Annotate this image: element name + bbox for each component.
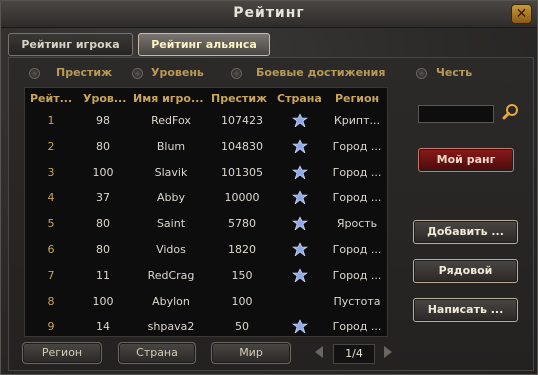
filter-world-button[interactable]: Мир (211, 342, 291, 364)
table-row[interactable]: 1 98 RedFox 107423 Крипт... (25, 110, 387, 132)
table-row[interactable]: 4 37 Abby 10000 Город ... (25, 187, 387, 209)
rating-table: Рейт... Уров... Имя игро... Престиж Стра… (24, 87, 388, 337)
cell-prestige: 10000 (224, 191, 260, 204)
rating-window: Рейтинг ✕ Рейтинг игрока Рейтинг альянса… (0, 0, 538, 375)
close-icon[interactable]: ✕ (511, 4, 532, 24)
cell-name: Vidos (156, 243, 186, 256)
cell-level: 80 (96, 217, 110, 230)
cell-level: 80 (96, 140, 110, 153)
sort-honor-label[interactable]: Честь (436, 64, 472, 82)
country-flag-icon (292, 113, 308, 127)
search-icon[interactable] (501, 102, 521, 122)
next-page-icon[interactable] (383, 346, 393, 358)
cell-prestige: 50 (235, 320, 249, 333)
cell-level: 100 (92, 166, 114, 179)
header-rank[interactable]: Рейт... (30, 92, 78, 105)
cell-prestige: 104830 (221, 140, 263, 153)
header-level[interactable]: Уров... (83, 92, 131, 105)
country-flag-icon (292, 139, 308, 153)
filter-country-button[interactable]: Страна (118, 342, 196, 364)
my-rank-button[interactable]: Мой ранг (418, 148, 514, 172)
member-button[interactable]: Рядовой (413, 259, 518, 283)
cell-name: RedCrag (147, 269, 195, 282)
header-country[interactable]: Страна (277, 92, 327, 105)
cell-rank: 9 (47, 320, 55, 333)
cell-region: Город ... (332, 269, 382, 282)
cell-name: Abby (157, 191, 185, 204)
country-flag-icon (292, 216, 308, 230)
cell-name: Slavik (154, 166, 188, 179)
prev-page-icon[interactable] (314, 346, 324, 358)
country-flag-icon (292, 242, 308, 256)
cell-rank: 4 (47, 191, 55, 204)
table-row[interactable]: 8 100 Abylon 100 Пустота (25, 291, 387, 313)
cell-rank: 3 (47, 166, 55, 179)
country-flag-icon (292, 268, 308, 282)
cell-region: Город ... (332, 320, 382, 333)
header-region[interactable]: Регион (335, 92, 385, 105)
window-title: Рейтинг (233, 5, 305, 21)
radio-prestige[interactable] (29, 68, 40, 79)
cell-region: Пустота (333, 295, 381, 308)
country-flag-icon (292, 165, 308, 179)
cell-level: 11 (96, 269, 110, 282)
tab-player-rating[interactable]: Рейтинг игрока (8, 33, 133, 56)
sort-bar: Престиж Уровень Боевые достижения Честь (16, 64, 524, 82)
table-row[interactable]: 9 14 shpava2 50 Город ... (25, 316, 387, 338)
cell-name: shpava2 (147, 320, 195, 333)
tab-alliance-rating[interactable]: Рейтинг альянса (138, 33, 270, 56)
header-prestige[interactable]: Престиж (211, 92, 273, 105)
cell-level: 37 (96, 191, 110, 204)
radio-level[interactable] (132, 68, 143, 79)
cell-region: Крипт... (333, 114, 381, 127)
cell-prestige: 100 (231, 295, 253, 308)
cell-name: Blum (156, 140, 186, 153)
cell-name: RedFox (151, 114, 191, 127)
cell-rank: 8 (47, 295, 55, 308)
cell-rank: 6 (47, 243, 55, 256)
cell-prestige: 150 (231, 269, 253, 282)
cell-level: 100 (92, 295, 114, 308)
sort-combat-label[interactable]: Боевые достижения (256, 64, 385, 82)
filter-region-button[interactable]: Регион (22, 342, 102, 364)
cell-level: 80 (96, 243, 110, 256)
title-bar[interactable]: Рейтинг ✕ (1, 1, 537, 28)
country-flag-icon (292, 190, 308, 204)
table-row[interactable]: 7 11 RedCrag 150 Город ... (25, 265, 387, 287)
table-row[interactable]: 3 100 Slavik 101305 Город ... (25, 162, 387, 184)
cell-prestige: 107423 (221, 114, 263, 127)
cell-rank: 5 (47, 217, 55, 230)
cell-region: Город ... (332, 140, 382, 153)
add-button[interactable]: Добавить ... (413, 220, 518, 244)
cell-region: Город ... (332, 191, 382, 204)
cell-level: 98 (96, 114, 110, 127)
cell-rank: 1 (47, 114, 55, 127)
radio-combat[interactable] (231, 68, 242, 79)
cell-region: Ярость (336, 217, 378, 230)
cell-rank: 2 (47, 140, 55, 153)
cell-rank: 7 (47, 269, 55, 282)
cell-prestige: 1820 (228, 243, 256, 256)
radio-honor[interactable] (416, 68, 427, 79)
cell-name: Saint (156, 217, 186, 230)
sort-prestige-label[interactable]: Престиж (56, 64, 112, 82)
sort-level-label[interactable]: Уровень (151, 64, 204, 82)
header-name[interactable]: Имя игро... (133, 92, 209, 105)
cell-region: Город ... (332, 166, 382, 179)
country-flag-icon (292, 319, 308, 333)
cell-prestige: 5780 (228, 217, 256, 230)
write-button[interactable]: Написать ... (413, 298, 518, 322)
cell-prestige: 101305 (221, 166, 263, 179)
table-row[interactable]: 5 80 Saint 5780 Ярость (25, 213, 387, 235)
table-row[interactable]: 6 80 Vidos 1820 Город ... (25, 239, 387, 261)
cell-level: 14 (96, 320, 110, 333)
page-indicator: 1/4 (333, 344, 375, 364)
search-input[interactable] (418, 105, 494, 123)
cell-name: Abylon (152, 295, 190, 308)
table-row[interactable]: 2 80 Blum 104830 Город ... (25, 136, 387, 158)
cell-region: Город ... (332, 243, 382, 256)
